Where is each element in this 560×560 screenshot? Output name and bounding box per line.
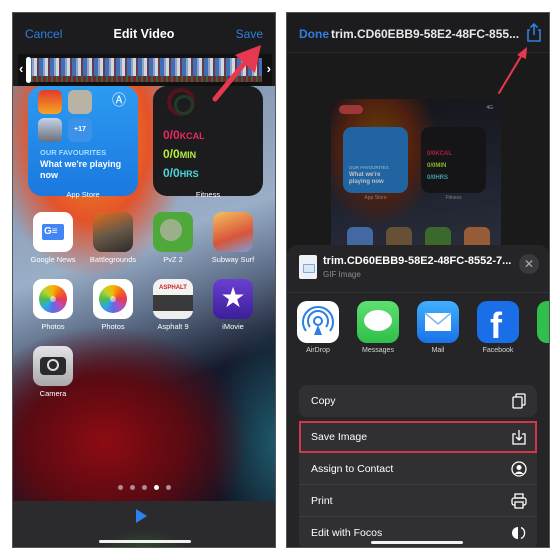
move-value: 0/0KCAL <box>163 128 205 142</box>
battlegrounds-icon <box>93 212 133 252</box>
asphalt9-icon: ASPHALT <box>153 279 193 319</box>
page-dot[interactable] <box>117 485 123 490</box>
app-google-news[interactable]: G≡ Google News <box>28 212 78 264</box>
share-file-name: trim.CD60EBB9-58E2-48FC-8552-7... <box>323 255 512 267</box>
focos-icon <box>512 526 526 540</box>
action-group-copy: Copy <box>299 385 537 417</box>
messages-icon <box>357 301 399 343</box>
whatsapp-icon <box>537 301 549 343</box>
filmstrip-frames[interactable] <box>28 58 262 82</box>
google-news-icon: G≡ <box>33 212 73 252</box>
share-sheet-header: trim.CD60EBB9-58E2-48FC-8552-7... GIF Im… <box>287 245 549 293</box>
home-indicator <box>371 541 463 544</box>
preview-fitness-widget: 0/0KCAL 0/0MIN 0/0HRS <box>421 127 486 193</box>
share-apps-row: AirDrop Messages Mail f Facebook <box>287 301 549 361</box>
share-sheet: trim.CD60EBB9-58E2-48FC-8552-7... GIF Im… <box>287 245 549 547</box>
playback-bar <box>13 501 275 547</box>
preview-app-store-widget: OUR FAVOURITES What we're playing now <box>343 127 408 193</box>
done-button[interactable]: Done <box>299 27 329 41</box>
save-image-icon <box>512 430 526 445</box>
video-trim-filmstrip[interactable]: ‹ › <box>18 54 272 86</box>
home-indicator <box>99 540 191 543</box>
app-imovie[interactable]: ★ iMovie <box>208 279 258 331</box>
fitness-widget[interactable]: 0/0KCAL 0/0MIN 0/0HRS <box>153 86 263 196</box>
action-save-image[interactable]: Save Image <box>299 421 537 453</box>
quick-look-navbar: Done trim.CD60EBB9-58E2-48FC-855... <box>287 13 549 53</box>
exercise-value: 0/0MIN <box>163 147 197 161</box>
facebook-icon: f <box>477 301 519 343</box>
stand-value: 0/0HRS <box>163 166 199 180</box>
page-dot[interactable] <box>129 485 135 490</box>
share-app-messages[interactable]: Messages <box>353 301 403 354</box>
file-icon <box>299 255 317 279</box>
file-title: trim.CD60EBB9-58E2-48FC-855... <box>331 27 520 41</box>
airdrop-icon <box>297 301 339 343</box>
widget-headline: What we're playing now <box>40 159 122 180</box>
share-file-type: GIF Image <box>323 270 361 279</box>
bike-game-thumb-icon <box>68 90 92 114</box>
subway-surf-icon <box>213 212 253 252</box>
app-subway-surf[interactable]: Subway Surf <box>208 212 258 264</box>
pvz2-icon <box>153 212 193 252</box>
imovie-icon: ★ <box>213 279 253 319</box>
photos-icon <box>33 279 73 319</box>
widget-eyebrow: OUR FAVOURITES <box>40 148 107 157</box>
widget-caption-app-store: App Store <box>66 190 100 199</box>
action-assign-to-contact[interactable]: Assign to Contact <box>299 453 537 485</box>
contact-icon <box>511 461 527 477</box>
photos-icon <box>93 279 133 319</box>
close-icon[interactable]: ✕ <box>519 254 539 274</box>
app-store-icon: Ⓐ <box>112 92 126 108</box>
more-apps-tile: +17 <box>68 118 92 142</box>
app-photos[interactable]: Photos <box>28 279 78 331</box>
app-asphalt9[interactable]: ASPHALT Asphalt 9 <box>148 279 198 331</box>
app-pvz2[interactable]: PvZ 2 <box>148 212 198 264</box>
video-frame-home-screen: +17 Ⓐ OUR FAVOURITES What we're playing … <box>13 86 275 501</box>
widget-caption-fitness: Fitness <box>195 190 221 199</box>
chevron-right-icon[interactable]: › <box>267 61 271 76</box>
page-indicator[interactable] <box>13 485 275 490</box>
page-dot-active[interactable] <box>153 485 159 490</box>
share-app-airdrop[interactable]: AirDrop <box>293 301 343 354</box>
play-icon[interactable] <box>136 509 147 523</box>
copy-icon <box>512 393 526 409</box>
edit-video-screen: Cancel Edit Video Save ‹ › +17 Ⓐ OUR FAV… <box>12 12 276 548</box>
save-button[interactable]: Save <box>236 27 263 41</box>
edit-video-navbar: Cancel Edit Video Save <box>13 13 275 53</box>
share-app-facebook[interactable]: f Facebook <box>473 301 523 354</box>
action-group-main: Save Image Assign to Contact Print Edit … <box>299 421 537 547</box>
chevron-left-icon[interactable]: ‹ <box>19 61 23 76</box>
share-app-whatsapp[interactable]: Wh <box>533 301 549 354</box>
mail-icon <box>417 301 459 343</box>
share-app-mail[interactable]: Mail <box>413 301 463 354</box>
status-bar-network: 4G <box>486 105 493 111</box>
action-copy[interactable]: Copy <box>299 385 537 417</box>
recording-indicator <box>339 105 363 114</box>
print-icon <box>511 493 527 509</box>
camera-icon <box>33 346 73 386</box>
share-icon[interactable] <box>525 22 543 42</box>
page-dot[interactable] <box>165 485 171 490</box>
action-print[interactable]: Print <box>299 485 537 517</box>
app-photos[interactable]: Photos <box>88 279 138 331</box>
gif-preview[interactable]: 4G OUR FAVOURITES What we're playing now… <box>331 99 501 259</box>
trim-handle-left[interactable] <box>26 57 31 83</box>
game-thumb-icon <box>38 90 62 114</box>
quick-look-screen: Done trim.CD60EBB9-58E2-48FC-855... 4G O… <box>286 12 550 548</box>
page-dot[interactable] <box>141 485 147 490</box>
app-store-widget[interactable]: +17 Ⓐ OUR FAVOURITES What we're playing … <box>28 86 138 196</box>
activity-rings-icon <box>167 88 195 116</box>
game-thumb-icon <box>38 118 62 142</box>
app-camera[interactable]: Camera <box>28 346 78 398</box>
app-battlegrounds[interactable]: Battlegrounds <box>88 212 138 264</box>
